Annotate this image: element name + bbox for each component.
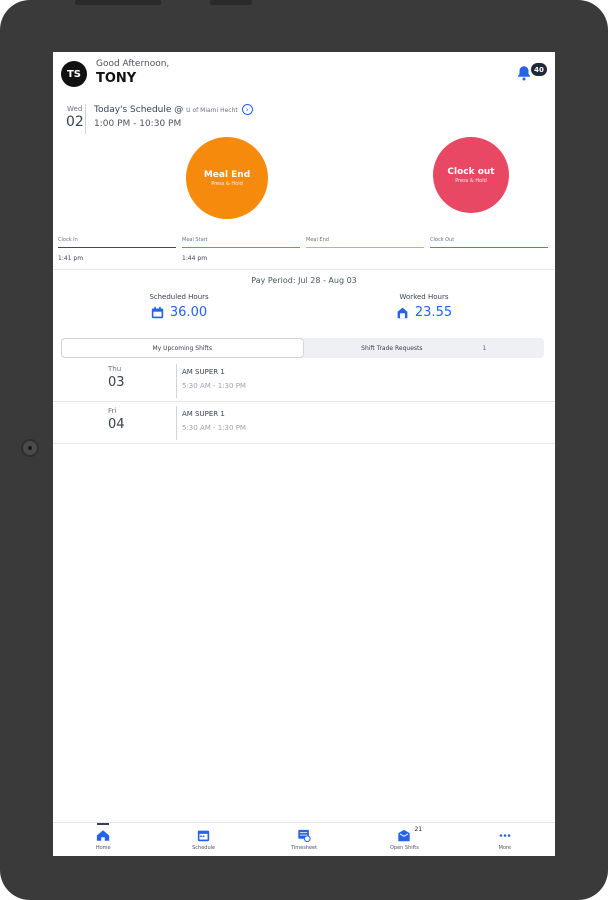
schedule-time-range: 1:00 PM - 10:30 PM — [94, 119, 182, 129]
schedule-day: 02 — [66, 114, 84, 130]
shift-divider — [176, 406, 177, 440]
nav-open-shifts[interactable]: 21 Open Shifts — [354, 823, 454, 856]
shift-divider — [176, 364, 177, 398]
app-screen: TS Good Afternoon, TONY 40 Wed 02 Today'… — [53, 52, 555, 856]
volume-button — [210, 0, 252, 5]
greeting: Good Afternoon, — [96, 59, 170, 69]
meal-end-label: Meal End — [203, 169, 251, 180]
punch-underline — [430, 247, 548, 248]
tab-my-upcoming-shifts[interactable]: My Upcoming Shifts — [61, 338, 304, 358]
open-shifts-icon — [398, 829, 411, 842]
shift-time: 5:30 AM - 1:30 PM — [182, 382, 246, 390]
nav-home[interactable]: Home — [53, 823, 153, 856]
worked-hours-label: Worked Hours — [399, 293, 449, 301]
avatar[interactable]: TS — [61, 61, 87, 87]
more-icon — [499, 834, 511, 837]
schedule-title-text: Today's Schedule @ — [94, 105, 184, 115]
scheduled-hours[interactable]: Scheduled Hours 36.00 — [114, 293, 244, 320]
nav-label: More — [498, 845, 512, 851]
clock-out-button[interactable]: Clock out Press & Hold — [433, 137, 509, 213]
user-name: TONY — [96, 71, 137, 86]
shift-title: AM SUPER 1 — [182, 368, 225, 376]
tab-count: 1 — [482, 344, 487, 352]
schedule-day-of-week: Wed — [67, 105, 83, 113]
tab-label: Shift Trade Requests — [361, 344, 423, 352]
punch-label: Clock Out — [430, 237, 455, 243]
shift-day: 03 — [108, 375, 125, 390]
nav-more[interactable]: More — [455, 823, 555, 856]
worked-hours-value: 23.55 — [414, 305, 453, 320]
power-button — [75, 0, 161, 5]
tablet-frame: TS Good Afternoon, TONY 40 Wed 02 Today'… — [0, 0, 608, 900]
punch-value: 1:41 pm — [58, 255, 84, 262]
list-item[interactable]: Thu 03 AM SUPER 1 5:30 AM - 1:30 PM — [53, 360, 555, 402]
shift-time: 5:30 AM - 1:30 PM — [182, 424, 246, 432]
nav-schedule[interactable]: Schedule — [153, 823, 253, 856]
tab-shift-trade-requests[interactable]: Shift Trade Requests 1 — [304, 338, 545, 358]
schedule-divider — [85, 104, 86, 134]
punch-underline — [58, 247, 176, 248]
arrow-right-icon[interactable]: › — [241, 104, 253, 115]
camera — [21, 439, 39, 457]
meal-end-hint: Press & Hold — [211, 180, 243, 187]
punch-label: Clock In — [58, 237, 78, 243]
meal-end-button[interactable]: Meal End Press & Hold — [186, 137, 268, 219]
clock-out-label: Clock out — [447, 166, 495, 177]
list-item[interactable]: Fri 04 AM SUPER 1 5:30 AM - 1:30 PM — [53, 402, 555, 444]
tab-label: My Upcoming Shifts — [152, 344, 213, 352]
shift-tabs: My Upcoming Shifts Shift Trade Requests … — [61, 338, 544, 358]
home-icon — [97, 830, 110, 841]
nav-label: Timesheet — [290, 845, 318, 851]
building-icon — [397, 307, 408, 319]
notification-badge: 40 — [531, 63, 547, 76]
clock-out-hint: Press & Hold — [455, 177, 487, 184]
punch-underline — [182, 247, 300, 248]
open-shifts-count: 21 — [414, 826, 423, 833]
punch-clock-out: Clock Out — [430, 237, 548, 255]
shift-day-of-week: Thu — [108, 365, 122, 373]
shift-day-of-week: Fri — [108, 407, 117, 415]
punch-meal-end: Meal End — [306, 237, 424, 255]
scheduled-hours-label: Scheduled Hours — [149, 293, 209, 301]
shift-day: 04 — [108, 417, 125, 432]
pay-period: Pay Period: Jul 28 - Aug 03 — [251, 276, 357, 285]
worked-hours[interactable]: Worked Hours 23.55 — [359, 293, 489, 320]
punch-clock-in: Clock In 1:41 pm — [58, 237, 176, 262]
schedule-icon — [197, 830, 210, 842]
punch-label: Meal Start — [182, 237, 208, 243]
punch-label: Meal End — [306, 237, 329, 243]
nav-timesheet[interactable]: Timesheet — [254, 823, 354, 856]
section-divider — [53, 269, 555, 270]
timesheet-icon — [298, 829, 311, 842]
bottom-nav: Home Schedule Timesheet 21 Open Shifts M… — [53, 822, 555, 856]
shift-title: AM SUPER 1 — [182, 410, 225, 418]
nav-label: Schedule — [192, 845, 216, 851]
schedule-title: Today's Schedule @ U of Miami Hecht › — [94, 104, 253, 115]
calendar-icon — [151, 306, 164, 319]
nav-label: Open Shifts — [389, 845, 419, 851]
scheduled-hours-value: 36.00 — [169, 305, 208, 320]
punch-value: 1:44 pm — [182, 255, 208, 262]
nav-label: Home — [95, 845, 111, 851]
schedule-location: U of Miami Hecht — [186, 107, 238, 114]
punch-meal-start: Meal Start 1:44 pm — [182, 237, 300, 262]
punch-underline — [306, 247, 424, 248]
